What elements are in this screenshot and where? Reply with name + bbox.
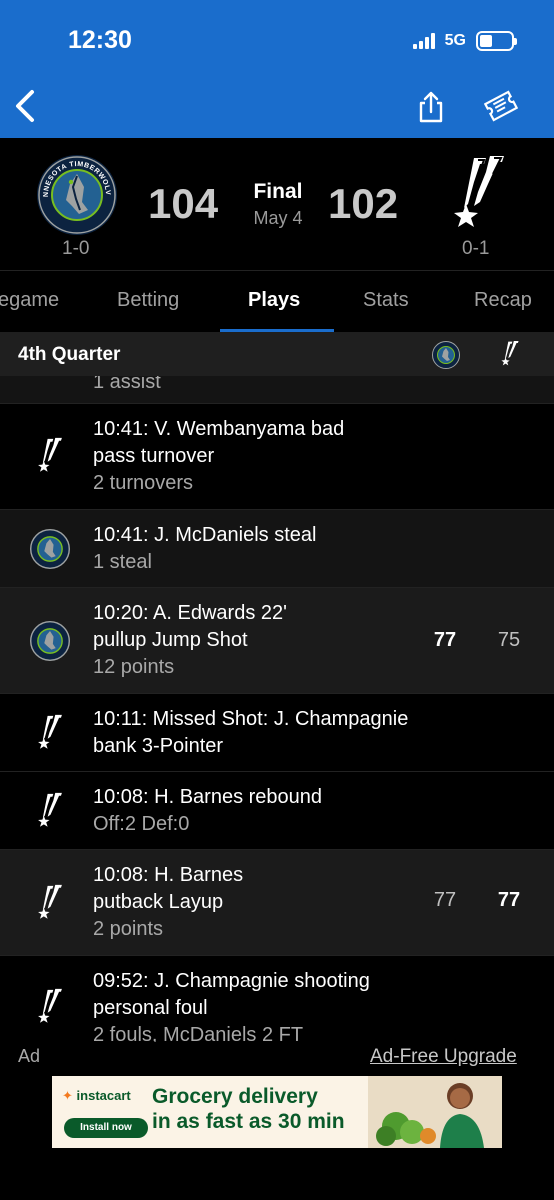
play-description: 10:11: Missed Shot: J. Champagnie (93, 708, 409, 730)
away-record: 0-1 (462, 238, 490, 259)
network-label: 5G (444, 32, 466, 49)
status-time: 12:30 (68, 26, 132, 54)
top-bar: 12:30 5G (0, 0, 554, 138)
play-row[interactable]: 10:11: Missed Shot: J. Champagnie bank 3… (0, 694, 554, 772)
play-detail: 12 points (93, 656, 175, 678)
play-row[interactable]: 10:41: J. McDaniels steal 1 steal (0, 510, 554, 588)
home-score: 104 (148, 180, 219, 227)
share-icon[interactable] (416, 90, 446, 124)
spurs-logo-icon[interactable] (444, 152, 514, 236)
quarter-title: 4th Quarter (18, 344, 121, 365)
ad-free-upgrade-link[interactable]: Ad-Free Upgrade (370, 1046, 517, 1068)
play-row[interactable]: 10:20: A. Edwards 22' pullup Jump Shot 1… (0, 588, 554, 694)
play-description: personal foul (93, 997, 208, 1019)
play-away-score: 75 (497, 629, 521, 651)
spurs-logo-icon (501, 340, 519, 366)
game-status: Final (253, 180, 303, 203)
play-detail: 1 assist (93, 376, 161, 393)
play-row[interactable]: 1 assist (0, 376, 554, 404)
game-date: May 4 (253, 208, 303, 228)
carrot-icon: ✦ (62, 1088, 73, 1103)
ad-headline: Grocery delivery in as fast as 30 min (152, 1085, 345, 1133)
install-now-button[interactable]: Install now (64, 1118, 148, 1138)
timberwolves-logo-icon (30, 529, 70, 569)
spurs-logo-icon (38, 714, 62, 749)
back-chevron-icon[interactable] (10, 86, 40, 126)
grocery-photo (368, 1076, 502, 1148)
tab-pregame[interactable]: egame (0, 289, 59, 312)
spurs-logo-icon (38, 437, 62, 472)
battery-icon (476, 31, 517, 51)
play-detail: 2 turnovers (93, 472, 194, 494)
play-description: 10:08: H. Barnes (93, 864, 244, 886)
game-tabs: egame Betting Plays Stats Recap (0, 270, 554, 332)
play-description: pass turnover (93, 445, 215, 467)
play-description: bank 3-Pointer (93, 735, 224, 757)
signal-icon (412, 33, 435, 49)
spurs-logo-icon (38, 988, 62, 1023)
play-description: 10:41: J. McDaniels steal (93, 524, 317, 546)
play-row[interactable]: 09:52: J. Champagnie shooting personal f… (0, 956, 554, 1042)
play-detail: 1 steal (93, 551, 152, 573)
timberwolves-logo-icon (432, 341, 460, 369)
timberwolves-logo-icon[interactable]: MINNESOTA TIMBERWOLVES (36, 154, 118, 236)
ad-banner[interactable]: ✦ instacart Install now Grocery delivery… (52, 1076, 502, 1148)
play-feed: 1 assist 10:41: V. Wembanyama bad pass t… (0, 376, 554, 1042)
timberwolves-logo-icon (30, 621, 70, 661)
tab-betting[interactable]: Betting (117, 289, 179, 312)
play-description: 10:41: V. Wembanyama bad (93, 418, 345, 440)
ticket-icon[interactable] (484, 88, 518, 124)
spurs-logo-icon (38, 884, 62, 919)
quarter-header: 4th Quarter (0, 332, 554, 376)
play-detail: 2 points (93, 918, 164, 940)
play-description: 10:08: H. Barnes rebound (93, 786, 323, 808)
play-detail: 2 fouls, McDaniels 2 FT (93, 1024, 304, 1042)
play-detail: Off:2 Def:0 (93, 813, 190, 835)
play-row[interactable]: 10:41: V. Wembanyama bad pass turnover 2… (0, 404, 554, 510)
play-home-score: 77 (433, 629, 457, 651)
play-description: 10:20: A. Edwards 22' (93, 602, 287, 624)
away-score: 102 (328, 180, 399, 227)
ad-label: Ad (18, 1046, 41, 1066)
tab-stats[interactable]: Stats (363, 289, 409, 312)
play-away-score: 77 (497, 889, 521, 911)
status-indicators: 5G (412, 31, 517, 51)
play-row[interactable]: 10:08: H. Barnes putback Layup 2 points … (0, 850, 554, 956)
play-description: 09:52: J. Champagnie shooting (93, 970, 370, 992)
play-row[interactable]: 10:08: H. Barnes rebound Off:2 Def:0 (0, 772, 554, 850)
scoreboard: MINNESOTA TIMBERWOLVES 1-0 104 Final May… (0, 138, 554, 270)
spurs-logo-icon (38, 792, 62, 827)
tab-recap[interactable]: Recap (474, 289, 532, 312)
tab-plays[interactable]: Plays (248, 289, 300, 312)
instacart-logo: ✦ instacart (62, 1088, 131, 1103)
home-record: 1-0 (62, 238, 90, 259)
play-home-score: 77 (433, 889, 457, 911)
